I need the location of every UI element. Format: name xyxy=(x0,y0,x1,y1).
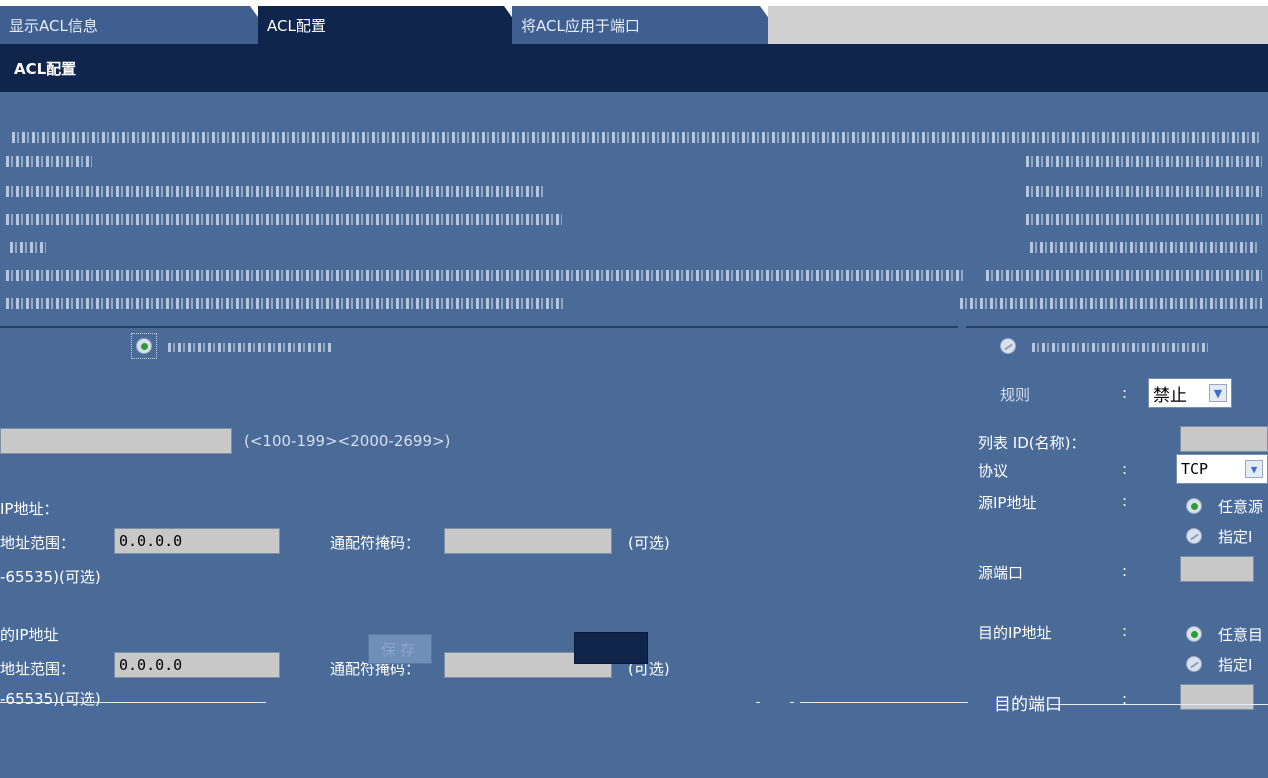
main-panel: (<100-199><2000-2699>) IP地址： 地址范围： 0.0.0… xyxy=(0,92,1268,778)
source-range-label: 地址范围： xyxy=(0,534,76,552)
dest-port-label: 目的端口 xyxy=(994,695,1062,715)
dest-specific-radio[interactable] xyxy=(1186,656,1202,672)
source-port-label: 源端口 xyxy=(978,564,1024,582)
tab-apply-acl-port[interactable]: 将ACL应用于端口 xyxy=(512,6,770,44)
protocol-select-value: TCP xyxy=(1181,460,1209,478)
source-optional-label: (可选) xyxy=(628,534,670,552)
dest-any-radio[interactable] xyxy=(1186,626,1202,642)
source-port-hint: -65535)(可选) xyxy=(0,568,101,586)
source-any-label: 任意源 xyxy=(1218,498,1264,516)
source-wildcard-input[interactable] xyxy=(444,528,612,554)
dest-ip-section-label: 的IP地址 xyxy=(0,626,59,644)
notice-line xyxy=(12,132,1260,143)
source-ip-colon: : xyxy=(1122,492,1128,510)
acl-config-page: 显示ACL信息 ACL配置 将ACL应用于端口 ACL配置 (<100-199>… xyxy=(0,0,1268,778)
source-any-radio[interactable] xyxy=(1186,498,1202,514)
dest-port-input[interactable] xyxy=(1180,684,1254,710)
dest-port-hint: -65535)(可选) xyxy=(0,690,101,708)
dest-port-colon: : xyxy=(1122,690,1128,708)
strike-line xyxy=(0,702,266,703)
panel-title-text: ACL配置 xyxy=(14,59,77,78)
rule-select[interactable]: 禁止 ▼ xyxy=(1148,378,1232,408)
standard-acl-radio[interactable] xyxy=(136,338,152,354)
dest-range-label: 地址范围： xyxy=(0,660,76,678)
source-wildcard-label: 通配符掩码： xyxy=(330,534,421,552)
rule-select-value: 禁止 xyxy=(1153,385,1187,406)
dest-ip-label: 目的IP地址 xyxy=(978,624,1052,642)
notice-line xyxy=(1026,186,1262,197)
protocol-colon: : xyxy=(1122,460,1128,478)
list-id-name-label: 列表 ID(名称)： xyxy=(978,434,1086,452)
protocol-label: 协议 xyxy=(978,462,1009,480)
dest-ip-colon: : xyxy=(1122,622,1128,640)
section-divider xyxy=(966,326,1268,328)
save-button[interactable]: 保存 xyxy=(368,634,432,664)
list-id-input[interactable] xyxy=(0,428,232,454)
rule-label: 规则 xyxy=(1000,386,1031,404)
notice-line xyxy=(6,270,966,281)
dest-any-label: 任意目 xyxy=(1218,626,1264,644)
source-port-colon: : xyxy=(1122,562,1128,580)
standard-acl-radio-label xyxy=(168,343,332,352)
tab-bar: 显示ACL信息 ACL配置 将ACL应用于端口 xyxy=(0,6,1268,44)
extended-acl-radio-label xyxy=(1032,343,1208,352)
extended-acl-radio[interactable] xyxy=(1000,338,1016,354)
notice-line xyxy=(6,156,92,167)
source-specific-label: 指定I xyxy=(1218,528,1253,546)
notice-line xyxy=(986,270,1262,281)
strike-line xyxy=(800,702,968,703)
source-ip-range-input[interactable]: 0.0.0.0 xyxy=(114,528,280,554)
chevron-down-icon: ▼ xyxy=(1209,384,1227,402)
tab-show-acl-label: 显示ACL信息 xyxy=(9,16,98,35)
source-ip-section-label: IP地址： xyxy=(0,500,59,518)
tab-acl-config[interactable]: ACL配置 xyxy=(258,6,514,44)
notice-line xyxy=(1026,214,1262,225)
notice-block xyxy=(0,92,1268,324)
strike-line xyxy=(1050,704,1268,705)
tab-acl-config-label: ACL配置 xyxy=(267,16,326,35)
notice-line xyxy=(6,298,566,309)
dest-specific-label: 指定I xyxy=(1218,656,1253,674)
notice-line xyxy=(10,242,46,253)
source-port-input[interactable] xyxy=(1180,556,1254,582)
dark-action-button[interactable] xyxy=(574,632,648,664)
panel-title: ACL配置 xyxy=(0,44,1268,92)
strike-line xyxy=(756,702,760,703)
notice-line xyxy=(960,298,1262,309)
dest-ip-range-input[interactable]: 0.0.0.0 xyxy=(114,652,280,678)
notice-line xyxy=(1026,156,1262,167)
list-id-name-input[interactable] xyxy=(1180,426,1268,452)
tab-bar-filler xyxy=(768,6,1268,44)
list-id-hint: (<100-199><2000-2699>) xyxy=(244,432,451,450)
notice-line xyxy=(1030,242,1260,253)
source-ip-label: 源IP地址 xyxy=(978,494,1037,512)
section-divider xyxy=(0,326,958,328)
notice-line xyxy=(6,214,562,225)
rule-colon: : xyxy=(1122,384,1128,402)
protocol-select[interactable]: TCP ▼ xyxy=(1176,454,1268,484)
source-specific-radio[interactable] xyxy=(1186,528,1202,544)
strike-line xyxy=(790,702,794,703)
chevron-down-icon: ▼ xyxy=(1245,460,1263,478)
notice-line xyxy=(6,186,546,197)
tab-show-acl[interactable]: 显示ACL信息 xyxy=(0,6,260,44)
tab-apply-acl-port-label: 将ACL应用于端口 xyxy=(521,16,640,35)
